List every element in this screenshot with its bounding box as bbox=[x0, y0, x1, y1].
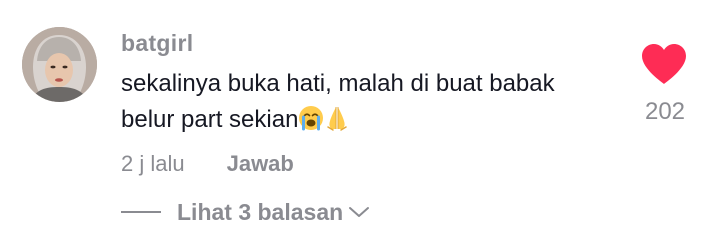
comment-text-line2: belur part sekian bbox=[121, 106, 299, 133]
avatar-image bbox=[22, 27, 97, 102]
replies-divider bbox=[121, 211, 161, 213]
comment-meta: 2 j lalu Jawab bbox=[121, 149, 294, 179]
comment-text-line1: sekalinya buka hati, malah di buat babak bbox=[121, 70, 555, 97]
comment-username[interactable]: batgirl bbox=[121, 30, 193, 57]
comment-timestamp: 2 j lalu bbox=[121, 151, 185, 176]
like-count: 202 bbox=[644, 98, 686, 125]
view-replies-label: Lihat 3 balasan bbox=[177, 198, 344, 225]
reply-button[interactable]: Jawab bbox=[227, 151, 294, 177]
heart-icon bbox=[642, 44, 686, 84]
avatar[interactable] bbox=[22, 27, 97, 102]
loudly-crying-face-icon bbox=[299, 106, 324, 131]
folded-hands-icon bbox=[327, 107, 348, 131]
chevron-down-icon bbox=[347, 204, 371, 220]
like-button[interactable] bbox=[639, 42, 689, 86]
comment-text: sekalinya buka hati, malah di buat babak… bbox=[121, 66, 621, 138]
view-replies-button[interactable]: Lihat 3 balasan bbox=[121, 196, 371, 228]
